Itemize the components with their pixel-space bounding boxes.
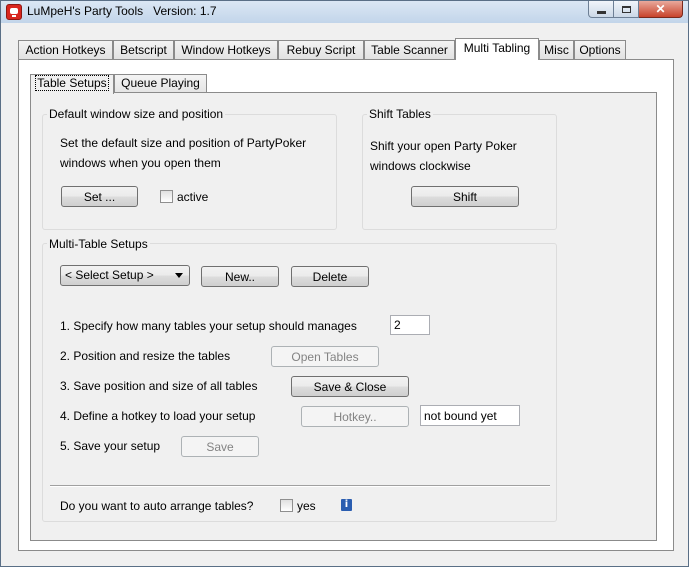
tab-rebuy-script[interactable]: Rebuy Script: [278, 40, 364, 60]
info-icon[interactable]: i: [341, 499, 352, 511]
maximize-button[interactable]: [614, 1, 639, 18]
default-window-group-title: Default window size and position: [47, 107, 226, 121]
auto-arrange-checkbox[interactable]: [280, 499, 293, 512]
step-1-label: 1. Specify how many tables your setup sh…: [60, 319, 357, 333]
multi-table-setups-group-title: Multi-Table Setups: [47, 237, 150, 251]
tab-betscript[interactable]: Betscript: [113, 40, 174, 60]
tab-multi-tabling[interactable]: Multi Tabling: [455, 38, 539, 60]
tab-table-setups-label: Table Setups: [35, 75, 109, 91]
tab-queue-playing[interactable]: Queue Playing: [114, 74, 207, 93]
shift-tables-description-1: Shift your open Party Poker: [370, 139, 517, 153]
shift-tables-group-title: Shift Tables: [367, 107, 433, 121]
delete-setup-button[interactable]: Delete: [291, 266, 369, 287]
set-default-window-button[interactable]: Set ...: [61, 186, 138, 207]
app-icon[interactable]: [6, 4, 22, 20]
step-5-label: 5. Save your setup: [60, 439, 161, 453]
tab-options[interactable]: Options: [574, 40, 626, 60]
shift-button[interactable]: Shift: [411, 186, 519, 207]
shift-tables-description-2: windows clockwise: [370, 159, 471, 173]
auto-arrange-yes-label: yes: [297, 499, 316, 513]
chevron-down-icon: [175, 273, 183, 278]
minimize-button[interactable]: [588, 1, 614, 18]
divider: [50, 485, 550, 487]
open-tables-button[interactable]: Open Tables: [271, 346, 379, 367]
default-window-description-1: Set the default size and position of Par…: [60, 136, 307, 150]
auto-arrange-label: Do you want to auto arrange tables?: [60, 499, 254, 513]
window-title: LuMpeH's Party Tools Version: 1.7: [27, 4, 217, 18]
tab-misc[interactable]: Misc: [539, 40, 574, 60]
step-4-label: 4. Define a hotkey to load your setup: [60, 409, 256, 423]
default-window-description-2: windows when you open them: [60, 156, 221, 170]
hotkey-value-field[interactable]: [420, 405, 520, 426]
tab-action-hotkeys[interactable]: Action Hotkeys: [18, 40, 113, 60]
tab-table-setups[interactable]: Table Setups: [30, 74, 114, 94]
active-label: active: [177, 190, 209, 204]
step-3-label: 3. Save position and size of all tables: [60, 379, 258, 393]
title-bar[interactable]: LuMpeH's Party Tools Version: 1.7 ✕: [1, 1, 688, 23]
maximize-icon: [621, 5, 631, 13]
window-controls: ✕: [588, 1, 683, 19]
app-window: LuMpeH's Party Tools Version: 1.7 ✕ Acti…: [0, 0, 689, 567]
save-setup-button[interactable]: Save: [181, 436, 259, 457]
tab-window-hotkeys[interactable]: Window Hotkeys: [174, 40, 278, 60]
close-icon: ✕: [655, 2, 666, 16]
default-window-group: [42, 114, 337, 230]
setup-select-value: < Select Setup >: [65, 268, 154, 282]
close-button[interactable]: ✕: [639, 1, 683, 18]
table-count-input[interactable]: [390, 315, 430, 335]
active-checkbox[interactable]: [160, 190, 173, 203]
step-2-label: 2. Position and resize the tables: [60, 349, 231, 363]
minimize-icon: [596, 10, 606, 14]
new-setup-button[interactable]: New..: [201, 266, 279, 287]
setup-select[interactable]: < Select Setup >: [60, 265, 190, 286]
hotkey-button[interactable]: Hotkey..: [301, 406, 409, 427]
save-close-button[interactable]: Save & Close: [291, 376, 409, 397]
tab-table-scanner[interactable]: Table Scanner: [364, 40, 455, 60]
